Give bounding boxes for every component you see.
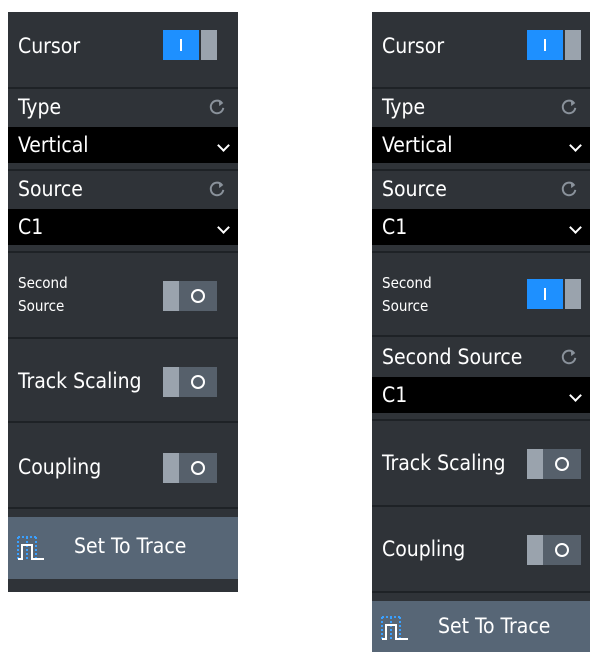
- set-to-trace-label: Set To Trace: [438, 614, 551, 638]
- toggle-knob: [163, 453, 179, 483]
- type-dropdown[interactable]: Vertical: [372, 127, 590, 163]
- toggle-knob: [565, 279, 581, 309]
- toggle-knob: [163, 367, 179, 397]
- type-value: Vertical: [18, 133, 89, 157]
- toggle-knob: [527, 449, 543, 479]
- type-value: Vertical: [382, 133, 453, 157]
- toggle-off-indicator: [179, 281, 217, 311]
- chevron-down-icon: [569, 221, 582, 234]
- coupling-row[interactable]: Coupling: [8, 421, 238, 507]
- cursor-row[interactable]: Cursor: [372, 12, 590, 87]
- track-scaling-label: Track Scaling: [18, 369, 142, 393]
- cursor-settings-panel-right: Cursor Type Vertical Source C1 Second So…: [372, 12, 590, 652]
- second-source-select-row: Second Source C1: [372, 335, 590, 419]
- type-label: Type: [382, 95, 426, 119]
- type-label: Type: [18, 95, 62, 119]
- track-scaling-row[interactable]: Track Scaling: [8, 337, 238, 421]
- chevron-down-icon: [569, 389, 582, 402]
- type-dropdown[interactable]: Vertical: [8, 127, 238, 163]
- set-to-trace-icon: [381, 616, 408, 640]
- second-source-row[interactable]: Second Source: [8, 251, 238, 337]
- source-label: Source: [18, 177, 83, 201]
- cursor-row[interactable]: Cursor: [8, 12, 238, 87]
- second-source-label-line2: Source: [18, 297, 65, 315]
- toggle-knob: [527, 535, 543, 565]
- coupling-label: Coupling: [382, 537, 466, 561]
- set-to-trace-button[interactable]: Set To Trace: [372, 601, 590, 652]
- cursor-label: Cursor: [382, 34, 445, 58]
- track-scaling-toggle[interactable]: [527, 449, 581, 479]
- coupling-row[interactable]: Coupling: [372, 505, 590, 591]
- toggle-off-indicator: [543, 449, 581, 479]
- coupling-label: Coupling: [18, 455, 102, 479]
- source-value: C1: [382, 215, 408, 239]
- second-source-label-line1: Second: [18, 274, 68, 292]
- toggle-off-indicator: [179, 453, 217, 483]
- set-to-trace-icon: [17, 536, 44, 560]
- type-row: Type Vertical: [372, 87, 590, 169]
- cursor-toggle[interactable]: [527, 30, 581, 60]
- toggle-on-indicator: [163, 30, 199, 60]
- source-label: Source: [382, 177, 447, 201]
- second-source-label-line2: Source: [382, 297, 429, 315]
- second-source-dropdown[interactable]: C1: [372, 377, 590, 413]
- reset-icon[interactable]: [208, 180, 226, 198]
- second-source-toggle[interactable]: [163, 281, 217, 311]
- set-to-trace-row: Set To Trace: [372, 591, 590, 652]
- track-scaling-row[interactable]: Track Scaling: [372, 419, 590, 505]
- source-row: Source C1: [8, 169, 238, 251]
- source-dropdown[interactable]: C1: [372, 209, 590, 245]
- toggle-knob: [201, 30, 217, 60]
- second-source-row[interactable]: Second Source: [372, 251, 590, 335]
- track-scaling-label: Track Scaling: [382, 451, 506, 475]
- second-source-label-line1: Second: [382, 274, 432, 292]
- track-scaling-toggle[interactable]: [163, 367, 217, 397]
- toggle-on-indicator: [527, 30, 563, 60]
- chevron-down-icon: [569, 139, 582, 152]
- set-to-trace-button[interactable]: Set To Trace: [8, 517, 238, 579]
- reset-icon[interactable]: [208, 98, 226, 116]
- toggle-off-indicator: [179, 367, 217, 397]
- reset-icon[interactable]: [560, 348, 578, 366]
- cursor-toggle[interactable]: [163, 30, 217, 60]
- reset-icon[interactable]: [560, 180, 578, 198]
- toggle-off-indicator: [543, 535, 581, 565]
- cursor-settings-panel-left: Cursor Type Vertical Source C1 Second So…: [8, 12, 238, 592]
- set-to-trace-label: Set To Trace: [74, 534, 187, 558]
- second-source-toggle[interactable]: [527, 279, 581, 309]
- second-source-dropdown-label: Second Source: [382, 345, 523, 369]
- coupling-toggle[interactable]: [163, 453, 217, 483]
- source-value: C1: [18, 215, 44, 239]
- source-row: Source C1: [372, 169, 590, 251]
- toggle-knob: [565, 30, 581, 60]
- type-row: Type Vertical: [8, 87, 238, 169]
- toggle-on-indicator: [527, 279, 563, 309]
- reset-icon[interactable]: [560, 98, 578, 116]
- cursor-label: Cursor: [18, 34, 81, 58]
- source-dropdown[interactable]: C1: [8, 209, 238, 245]
- coupling-toggle[interactable]: [527, 535, 581, 565]
- second-source-value: C1: [382, 383, 408, 407]
- set-to-trace-row: Set To Trace: [8, 507, 238, 592]
- chevron-down-icon: [217, 221, 230, 234]
- toggle-knob: [163, 281, 179, 311]
- chevron-down-icon: [217, 139, 230, 152]
